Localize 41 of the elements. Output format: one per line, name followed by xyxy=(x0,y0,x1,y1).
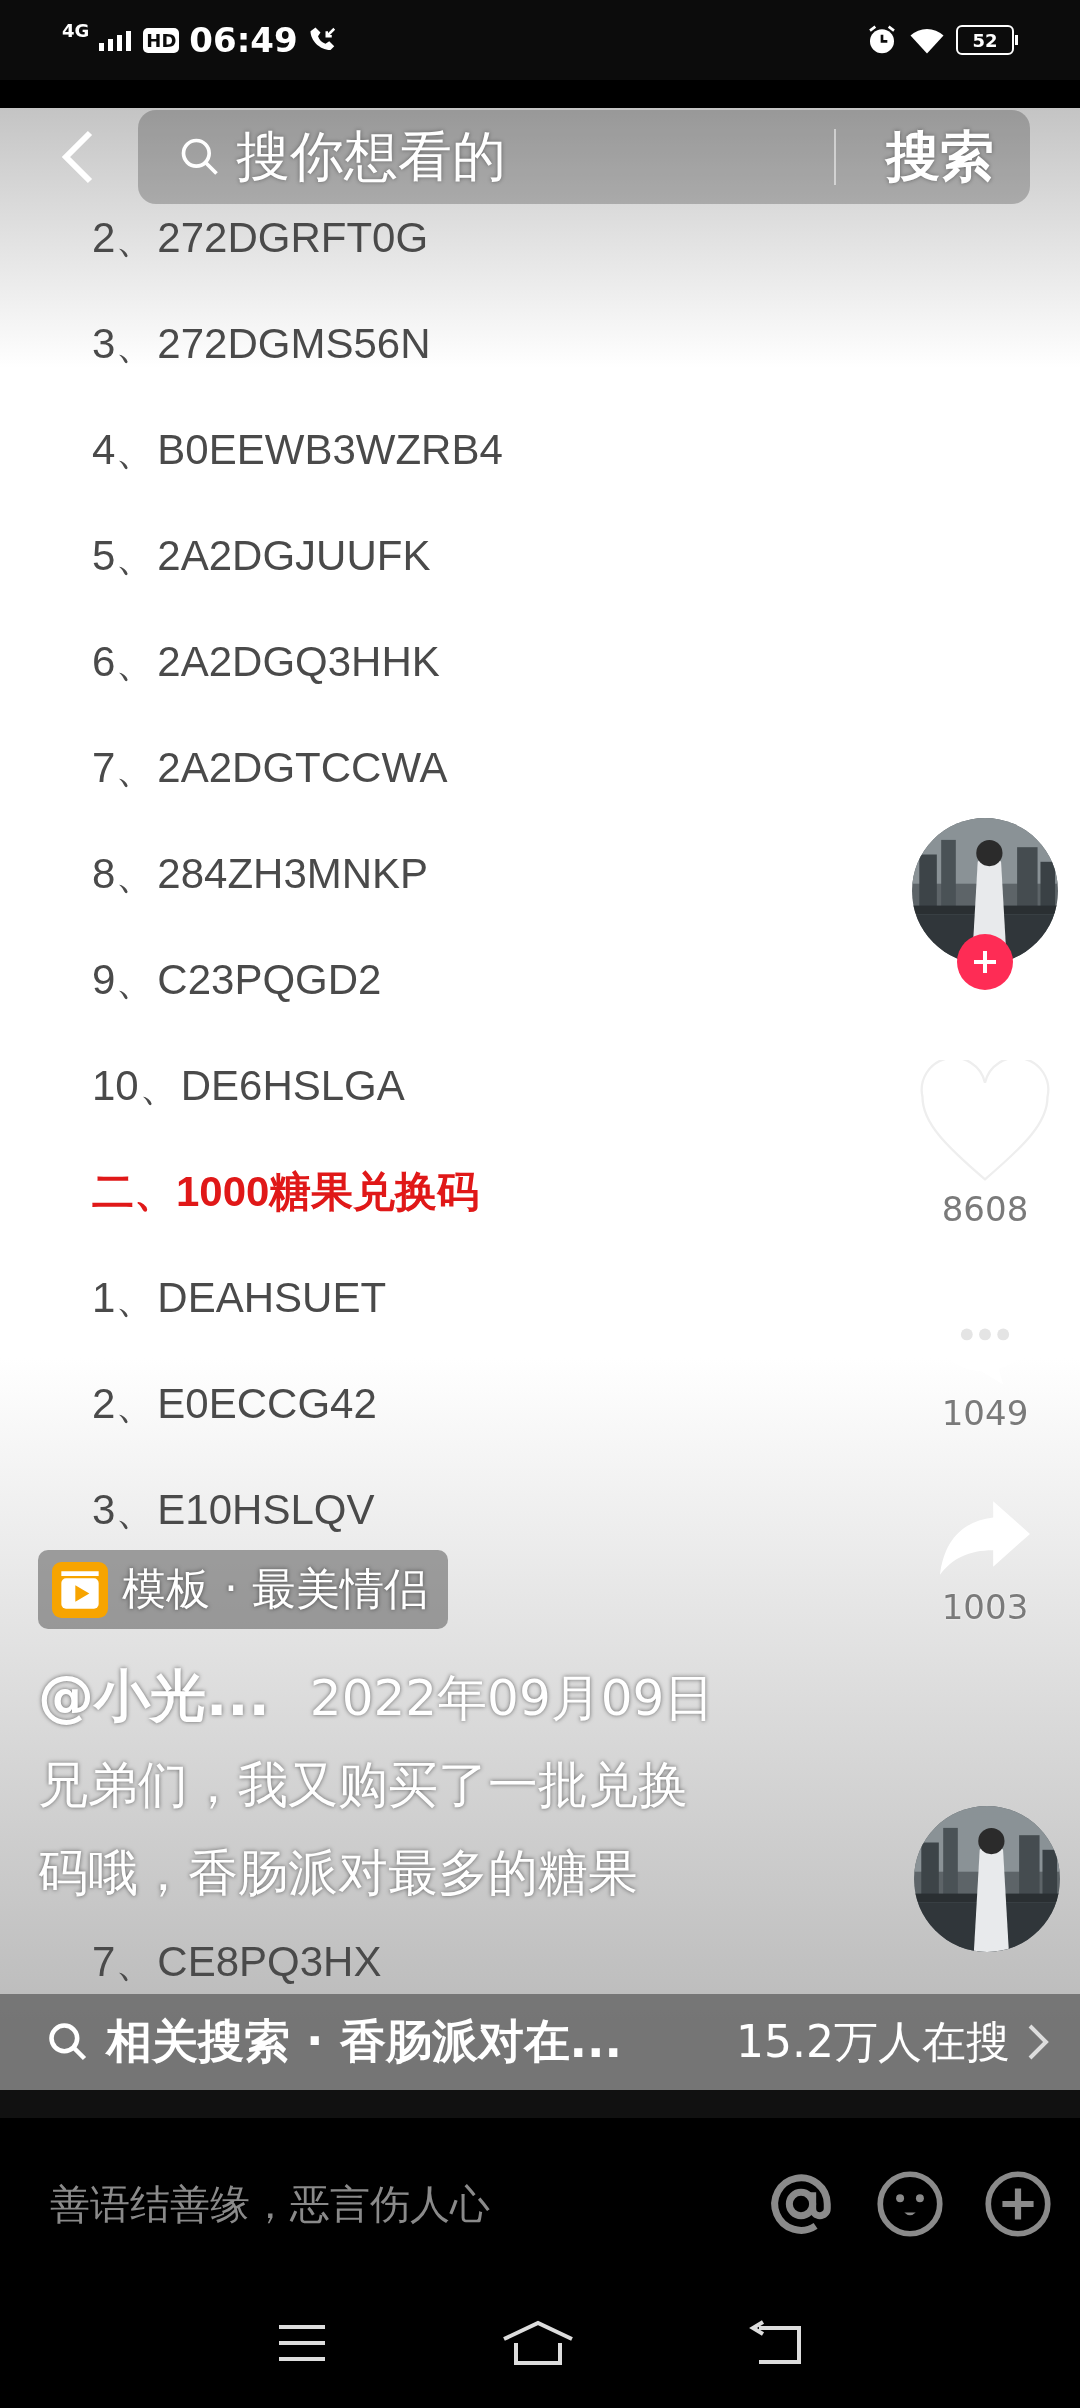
document-heading: 二、1000糖果兑换码 xyxy=(92,1167,480,1217)
document-line: 7、2A2DGTCCWA xyxy=(92,743,448,793)
hd-badge: HD xyxy=(143,27,180,53)
post-date: 2022年09月09日 xyxy=(309,1668,715,1729)
document-line: 9、C23PQGD2 xyxy=(92,955,382,1005)
home-icon[interactable] xyxy=(502,2319,574,2367)
related-search-label: 相关搜索 · 香肠派对在... xyxy=(106,2013,623,2070)
document-line: 1、DEAHSUET xyxy=(92,1273,387,1323)
document-line: 2、272DGRFT0G xyxy=(92,213,429,263)
clock: 06:49 xyxy=(189,20,298,60)
share-count: 1003 xyxy=(941,1587,1029,1627)
battery-icon: 52 xyxy=(956,25,1014,55)
template-label: 模板 · 最美情侣 xyxy=(122,1562,428,1616)
clapperboard-icon xyxy=(52,1561,108,1618)
comment-count: 1049 xyxy=(941,1393,1029,1433)
document-line: 6、2A2DGQ3HHK xyxy=(92,637,440,687)
comment-field[interactable]: 善语结善缘，恶言伤人心 xyxy=(50,2176,726,2232)
back-icon[interactable] xyxy=(748,2320,803,2366)
document-line: 5、2A2DGJUUFK xyxy=(92,531,431,581)
search-field[interactable]: 搜你想看的 搜索 xyxy=(138,110,1030,204)
document-line: 4、B0EEWB3WZRB4 xyxy=(92,425,503,475)
menu-icon[interactable] xyxy=(277,2323,328,2363)
add-icon[interactable] xyxy=(984,2170,1052,2238)
like-count: 8608 xyxy=(941,1189,1029,1229)
document-line: 2、E0ECCG42 xyxy=(92,1379,377,1429)
related-search-bar[interactable]: 相关搜索 · 香肠派对在... 15.2万人在搜 xyxy=(0,1994,1080,2090)
follow-button[interactable] xyxy=(957,934,1013,990)
chevron-right-icon xyxy=(1026,2022,1050,2062)
network-type: 4G xyxy=(62,20,90,41)
document-line: 10、DE6HSLGA xyxy=(92,1061,405,1111)
template-tag[interactable]: 模板 · 最美情侣 xyxy=(38,1550,448,1629)
document-line: 3、272DGMS56N xyxy=(92,319,431,369)
alarm-icon xyxy=(866,24,898,56)
signal-icon xyxy=(99,29,134,51)
document-line: 8、284ZH3MNKP xyxy=(92,849,429,899)
document-line: 7、CE8PQ3HX xyxy=(92,1937,382,1987)
search-button[interactable]: 搜索 xyxy=(886,120,994,194)
document-line: 3、E10HSLQV xyxy=(92,1485,375,1535)
search-count: 15.2万人在搜 xyxy=(736,2014,1010,2069)
emoji-icon[interactable] xyxy=(876,2170,944,2238)
search-placeholder: 搜你想看的 xyxy=(236,123,507,190)
